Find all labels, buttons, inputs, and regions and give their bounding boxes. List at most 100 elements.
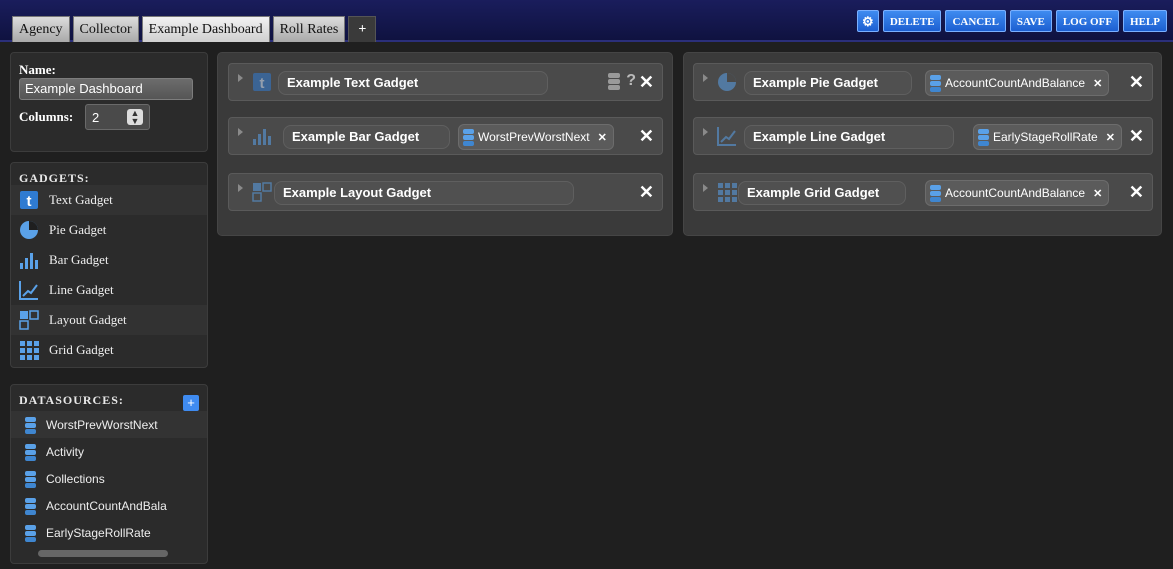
svg-text:t: t [27, 193, 32, 210]
gadget-title-input[interactable]: Example Text Gadget [278, 71, 548, 95]
gadget-item-line[interactable]: Line Gadget [11, 275, 207, 305]
gadget-item-label: Text Gadget [49, 192, 113, 207]
gadget-item-label: Line Gadget [49, 282, 114, 297]
gadget-title-input[interactable]: Example Grid Gadget [738, 181, 906, 205]
datasource-chip-label: AccountCountAndBalance [945, 186, 1086, 200]
question-mark-icon: ? [626, 72, 636, 89]
close-gadget-button[interactable]: ✕ [639, 72, 654, 92]
svg-text:t: t [260, 75, 265, 92]
database-icon [978, 129, 989, 146]
gadgets-panel: GADGETS: t Text Gadget Pie Gadget Bar Ga… [10, 162, 208, 368]
log-off-button[interactable]: LOG OFF [1055, 10, 1120, 32]
bar-gadget-icon [19, 250, 39, 270]
gadget-item-bar[interactable]: Bar Gadget [11, 245, 207, 275]
gadget-item-pie[interactable]: Pie Gadget [11, 215, 207, 245]
gadget-title-input[interactable]: Example Pie Gadget [744, 71, 912, 95]
datasource-chip[interactable]: WorstPrevWorstNext ✕ [458, 124, 614, 150]
datasources-title: DATASOURCES: [19, 393, 124, 407]
spinner-arrows-icon[interactable]: ▲ ▼ [127, 109, 143, 126]
add-datasource-button[interactable]: + [183, 395, 199, 411]
datasource-item[interactable]: WorstPrevWorstNext [11, 411, 207, 438]
gadget-title-input[interactable]: Example Bar Gadget [283, 125, 450, 149]
remove-datasource-button[interactable]: ✕ [1093, 187, 1102, 200]
gadget-item-layout[interactable]: Layout Gadget [11, 305, 207, 335]
gadget-title-input[interactable]: Example Line Gadget [744, 125, 954, 149]
columns-label: Columns: [19, 109, 74, 124]
tab-collector[interactable]: Collector [72, 16, 139, 42]
database-icon [463, 129, 474, 146]
expand-arrow-icon[interactable] [238, 74, 243, 82]
gadget-card: t Example Text Gadget ? ✕ [228, 63, 663, 101]
datasources-panel: DATASOURCES: + WorstPrevWorstNext Activi… [10, 384, 208, 564]
datasource-chip-label: EarlyStageRollRate [993, 130, 1098, 144]
expand-arrow-icon[interactable] [703, 128, 708, 136]
gadget-item-label: Grid Gadget [49, 342, 114, 357]
settings-gear-button[interactable]: ⚙ [856, 10, 879, 32]
gadgets-title: GADGETS: [19, 171, 90, 185]
layout-gadget-icon [19, 310, 39, 330]
gadget-card: Example Layout Gadget ✕ [228, 173, 663, 211]
datasource-item[interactable]: EarlyStageRollRate [11, 519, 207, 546]
datasource-item-label: WorstPrevWorstNext [46, 417, 158, 432]
datasource-item-label: AccountCountAndBala [46, 498, 167, 513]
help-button[interactable]: HELP [1123, 10, 1167, 32]
database-icon [25, 497, 36, 515]
add-tab-button[interactable]: + [348, 16, 377, 42]
delete-button[interactable]: DELETE [882, 10, 942, 32]
grid-gadget-icon [19, 340, 39, 360]
dashboard-name-input[interactable]: Example Dashboard [19, 78, 193, 100]
close-gadget-button[interactable]: ✕ [1129, 126, 1144, 146]
tab-example-dashboard[interactable]: Example Dashboard [141, 16, 270, 42]
pie-gadget-icon [19, 220, 39, 240]
expand-arrow-icon[interactable] [238, 184, 243, 192]
close-gadget-button[interactable]: ✕ [639, 182, 654, 202]
gadget-item-label: Pie Gadget [49, 222, 107, 237]
cancel-button[interactable]: CANCEL [945, 10, 1006, 32]
columns-value: 2 [92, 110, 100, 125]
text-gadget-icon: t [19, 190, 39, 210]
horizontal-scrollbar[interactable] [38, 550, 168, 557]
datasource-chip[interactable]: AccountCountAndBalance ✕ [925, 70, 1110, 96]
datasource-item-label: Activity [46, 444, 85, 459]
gadget-title-input[interactable]: Example Layout Gadget [274, 181, 574, 205]
name-label: Name: [19, 62, 56, 77]
datasource-list: WorstPrevWorstNext Activity Collections … [11, 411, 207, 546]
close-gadget-button[interactable]: ✕ [1129, 72, 1144, 92]
gadget-list: t Text Gadget Pie Gadget Bar Gadget Line… [11, 185, 207, 365]
remove-datasource-button[interactable]: ✕ [598, 131, 607, 144]
datasource-chip-label: WorstPrevWorstNext [478, 130, 590, 144]
dashboard-column-1: t Example Text Gadget ? ✕ Example Bar Ga… [217, 52, 673, 236]
columns-select[interactable]: 2 ▲ ▼ [85, 104, 150, 130]
dashboard-settings-panel: Name: Example Dashboard Columns: 2 ▲ ▼ [10, 52, 208, 152]
gadget-item-text[interactable]: t Text Gadget [11, 185, 207, 215]
tab-roll-rates[interactable]: Roll Rates [272, 16, 346, 42]
gadget-card: Example Bar Gadget WorstPrevWorstNext ✕ … [228, 117, 663, 155]
remove-datasource-button[interactable]: ✕ [1106, 131, 1115, 144]
datasource-chip[interactable]: EarlyStageRollRate ✕ [973, 124, 1122, 150]
database-icon [25, 524, 36, 542]
datasource-chip-label: AccountCountAndBalance [945, 76, 1086, 90]
save-button[interactable]: SAVE [1009, 10, 1052, 32]
expand-arrow-icon[interactable] [238, 128, 243, 136]
datasource-item[interactable]: AccountCountAndBala [11, 492, 207, 519]
datasource-item[interactable]: Collections [11, 465, 207, 492]
close-gadget-button[interactable]: ✕ [1129, 182, 1144, 202]
expand-arrow-icon[interactable] [703, 184, 708, 192]
close-gadget-button[interactable]: ✕ [639, 126, 654, 146]
layout-gadget-icon [252, 182, 272, 202]
gadget-item-grid[interactable]: Grid Gadget [11, 335, 207, 365]
line-gadget-icon [717, 126, 737, 146]
line-gadget-icon [19, 280, 39, 300]
tab-agency[interactable]: Agency [12, 16, 70, 42]
database-icon [25, 443, 36, 461]
datasource-item-label: Collections [46, 471, 105, 486]
database-icon [930, 185, 941, 202]
pie-gadget-icon [717, 72, 737, 92]
gadget-card: Example Pie Gadget AccountCountAndBalanc… [693, 63, 1153, 101]
datasource-placeholder-icon[interactable] [608, 73, 620, 96]
database-icon [930, 75, 941, 92]
remove-datasource-button[interactable]: ✕ [1093, 77, 1102, 90]
datasource-item[interactable]: Activity [11, 438, 207, 465]
expand-arrow-icon[interactable] [703, 74, 708, 82]
datasource-chip[interactable]: AccountCountAndBalance ✕ [925, 180, 1110, 206]
